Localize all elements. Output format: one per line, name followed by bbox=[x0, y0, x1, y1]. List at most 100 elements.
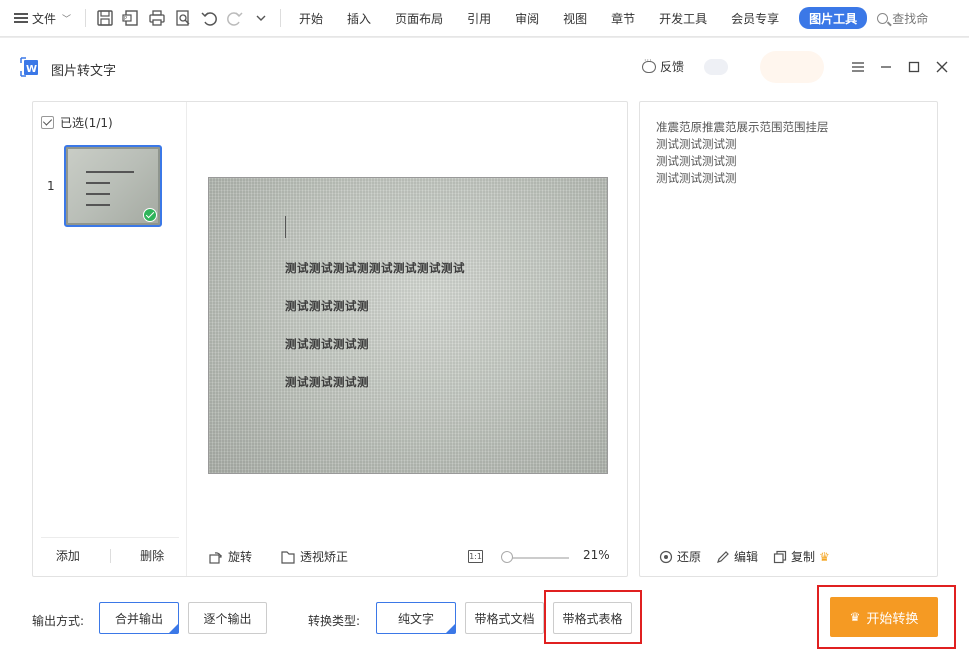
hamburger-icon bbox=[14, 13, 28, 23]
preview-toolbar: 旋转 透视矫正 1:1 21% bbox=[208, 548, 618, 568]
thumbnail-actions: 添加 删除 bbox=[41, 537, 179, 573]
tab-insert[interactable]: 插入 bbox=[335, 0, 383, 37]
photo-text-line: 测试测试测试测测试测试测试测试 bbox=[285, 261, 465, 275]
ribbon-divider bbox=[85, 9, 87, 27]
menu-icon[interactable] bbox=[849, 58, 867, 76]
tab-references[interactable]: 引用 bbox=[455, 0, 503, 37]
perspective-correction-button[interactable]: 透视矫正 bbox=[280, 548, 348, 565]
result-line: 测试测试测试测 bbox=[656, 137, 737, 151]
save-icon[interactable] bbox=[94, 7, 116, 29]
quick-access-dropdown-icon[interactable] bbox=[250, 7, 272, 29]
separate-output-option[interactable]: 逐个输出 bbox=[188, 602, 267, 634]
restore-button[interactable]: 还原 bbox=[659, 548, 701, 565]
maximize-icon[interactable] bbox=[905, 58, 923, 76]
membership-badge[interactable] bbox=[760, 51, 824, 83]
tab-review[interactable]: 审阅 bbox=[503, 0, 551, 37]
fit-to-window-icon[interactable]: 1:1 bbox=[468, 550, 483, 563]
image-to-text-app-icon: W bbox=[20, 57, 38, 77]
dialog-title-bar: W 图片转文字 反馈 bbox=[0, 38, 969, 96]
svg-text:W: W bbox=[26, 64, 37, 75]
photo-text-line: 测试测试测试测 bbox=[285, 375, 369, 389]
ribbon-divider bbox=[280, 9, 282, 27]
conversion-options: 输出方式: 合并输出 逐个输出 转换类型: 纯文字 带格式文档 带格式表格 ♛ … bbox=[0, 585, 969, 672]
search-command[interactable]: 查找命 bbox=[877, 10, 928, 27]
copy-button[interactable]: 复制 ♛ bbox=[773, 548, 830, 565]
result-panel: 准震范原推震范展示范围范围挂层 测试测试测试测 测试测试测试测 测试测试测试测 … bbox=[639, 101, 938, 577]
zoom-slider[interactable] bbox=[507, 557, 569, 559]
search-icon bbox=[877, 12, 889, 24]
result-line: 测试测试测试测 bbox=[656, 171, 737, 185]
result-line: 准震范原推震范展示范围范围挂层 bbox=[656, 120, 829, 134]
add-image-button[interactable]: 添加 bbox=[56, 547, 80, 564]
export-pdf-icon[interactable]: P bbox=[120, 7, 142, 29]
photo-cursor bbox=[285, 216, 286, 238]
tab-view[interactable]: 视图 bbox=[551, 0, 599, 37]
tab-picture-tools[interactable]: 图片工具 bbox=[799, 7, 868, 29]
file-menu-button[interactable]: 文件 ﹀ bbox=[0, 0, 79, 37]
output-mode-label: 输出方式: bbox=[32, 614, 85, 628]
result-line: 测试测试测试测 bbox=[656, 154, 737, 168]
selected-check-icon bbox=[143, 208, 157, 222]
merge-output-option[interactable]: 合并输出 bbox=[99, 602, 179, 634]
undo-icon[interactable] bbox=[198, 7, 220, 29]
feedback-button[interactable]: 反馈 bbox=[642, 56, 685, 75]
tab-page-layout[interactable]: 页面布局 bbox=[383, 0, 455, 37]
rotate-icon bbox=[209, 551, 222, 564]
tab-developer[interactable]: 开发工具 bbox=[647, 0, 719, 37]
image-preview: 测试测试测试测测试测试测试测试 测试测试测试测 测试测试测试测 测试测试测试测 bbox=[208, 177, 608, 474]
plain-text-option[interactable]: 纯文字 bbox=[376, 602, 456, 634]
photo-texture bbox=[209, 178, 607, 473]
chat-bubble-icon bbox=[642, 56, 656, 73]
feedback-label: 反馈 bbox=[660, 60, 685, 74]
redo-icon[interactable] bbox=[224, 7, 246, 29]
action-divider bbox=[109, 548, 111, 563]
result-text[interactable]: 准震范原推震范展示范围范围挂层 测试测试测试测 测试测试测试测 测试测试测试测 bbox=[656, 119, 829, 187]
thumbnail-list: 已选(1/1) 1 添加 删除 bbox=[33, 102, 187, 576]
minimize-icon[interactable] bbox=[877, 58, 895, 76]
print-icon[interactable] bbox=[146, 7, 168, 29]
image-panel: 已选(1/1) 1 添加 删除 测试测试测试测测试测试测试测试 测试测试测试测 … bbox=[32, 101, 628, 577]
edit-button[interactable]: 编辑 bbox=[716, 548, 758, 565]
thumbnail-text-line bbox=[86, 171, 134, 173]
close-icon[interactable] bbox=[933, 58, 951, 76]
result-toolbar: 还原 编辑 复制 ♛ bbox=[659, 548, 929, 568]
formatted-doc-option[interactable]: 带格式文档 bbox=[465, 602, 544, 634]
tab-start[interactable]: 开始 bbox=[287, 0, 335, 37]
image-to-text-dialog: W 图片转文字 反馈 已选(1/1) 1 bbox=[0, 37, 969, 672]
highlight-box bbox=[817, 585, 956, 649]
tab-section[interactable]: 章节 bbox=[599, 0, 647, 37]
convert-type-label: 转换类型: bbox=[308, 614, 361, 628]
rotate-label: 旋转 bbox=[228, 550, 253, 564]
restore-label: 还原 bbox=[677, 550, 702, 564]
top-ribbon: 文件 ﹀ P 开始 插入 页面布局 引用 审阅 视图 章节 开发工具 会员专享 … bbox=[0, 0, 969, 37]
zoom-slider-handle[interactable] bbox=[501, 551, 513, 563]
thumbnail-text-line bbox=[86, 182, 110, 184]
print-preview-icon[interactable] bbox=[172, 7, 194, 29]
rotate-button[interactable]: 旋转 bbox=[208, 548, 252, 565]
copy-icon bbox=[773, 550, 787, 563]
svg-text:P: P bbox=[124, 16, 127, 22]
thumbnail-text-line bbox=[86, 204, 110, 206]
checkbox-icon bbox=[41, 116, 54, 129]
photo-text-line: 测试测试测试测 bbox=[285, 337, 369, 351]
vip-crown-icon: ♛ bbox=[819, 549, 830, 564]
thumbnail-text-line bbox=[86, 193, 110, 195]
thumbnail-item[interactable] bbox=[64, 145, 162, 227]
edit-label: 编辑 bbox=[734, 550, 759, 564]
edit-icon bbox=[717, 550, 729, 563]
zoom-level: 21% bbox=[583, 548, 610, 562]
selected-count-label: 已选(1/1) bbox=[60, 116, 113, 130]
delete-image-button[interactable]: 删除 bbox=[140, 547, 164, 564]
tab-membership[interactable]: 会员专享 bbox=[719, 0, 791, 37]
dialog-title: 图片转文字 bbox=[51, 64, 117, 79]
perspective-icon bbox=[281, 550, 295, 564]
perspective-label: 透视矫正 bbox=[300, 550, 349, 564]
user-avatar[interactable] bbox=[704, 59, 728, 75]
file-menu-label: 文件 bbox=[32, 11, 57, 26]
highlight-box bbox=[544, 590, 642, 644]
photo-text-line: 测试测试测试测 bbox=[285, 299, 369, 313]
select-all-checkbox[interactable]: 已选(1/1) bbox=[41, 114, 113, 131]
restore-icon bbox=[659, 550, 673, 563]
search-label: 查找命 bbox=[892, 11, 929, 26]
chevron-down-icon: ﹀ bbox=[62, 14, 72, 25]
